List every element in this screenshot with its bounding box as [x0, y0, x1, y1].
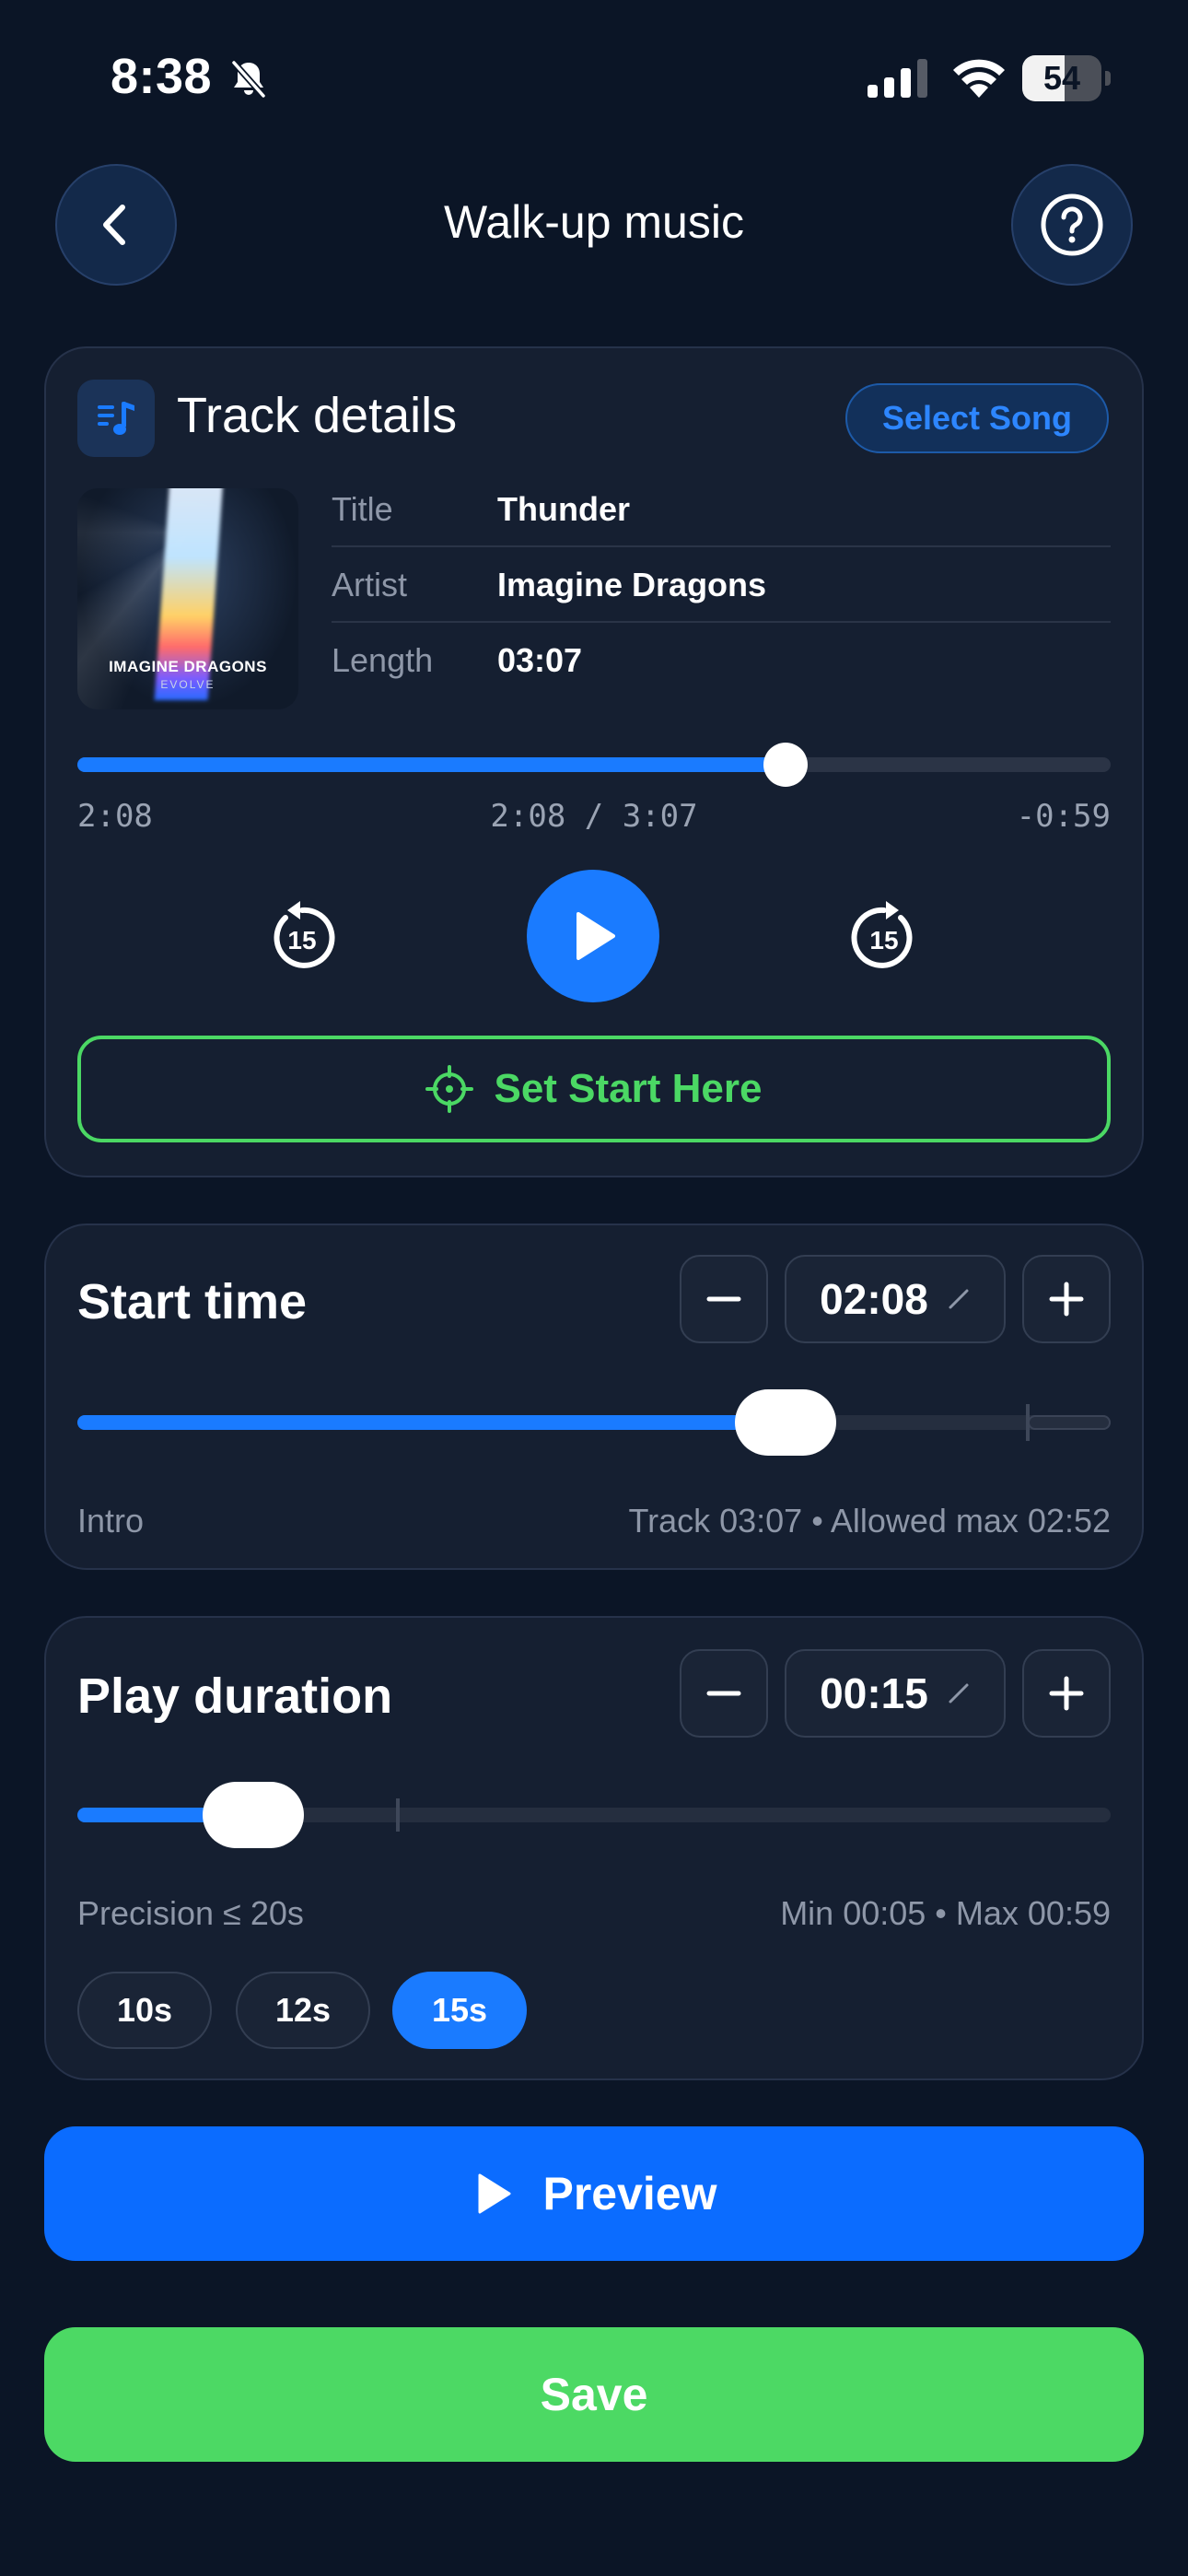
- preset-12s-chip[interactable]: 12s: [236, 1972, 370, 2049]
- start-time-slider-knob[interactable]: [735, 1389, 836, 1456]
- title-label: Title: [332, 490, 393, 528]
- start-time-decrement-button[interactable]: [680, 1255, 768, 1343]
- divider: [332, 545, 1111, 547]
- help-button[interactable]: [1011, 164, 1133, 286]
- play-icon: [478, 2173, 511, 2214]
- music-list-icon: [77, 380, 155, 457]
- duration-slider-knob[interactable]: [203, 1782, 304, 1848]
- select-song-button[interactable]: Select Song: [845, 383, 1109, 453]
- pencil-icon: [949, 1683, 969, 1704]
- track-details-heading: Track details: [177, 388, 458, 443]
- page-title: Walk-up music: [444, 196, 744, 248]
- start-time-max-marker: [1026, 1404, 1030, 1441]
- artist-value: Imagine Dragons: [497, 566, 767, 603]
- play-duration-heading: Play duration: [77, 1669, 393, 1724]
- artist-label: Artist: [332, 566, 408, 603]
- preview-label: Preview: [542, 2168, 717, 2219]
- play-icon: [577, 912, 615, 960]
- start-time-slider-fill: [77, 1415, 786, 1430]
- rewind-15-icon: 15: [274, 901, 335, 968]
- crosshair-icon: [425, 1065, 474, 1113]
- divider: [332, 621, 1111, 623]
- length-label: Length: [332, 641, 434, 679]
- preview-button[interactable]: Preview: [44, 2126, 1144, 2261]
- playback-progress-fill: [77, 757, 786, 772]
- skip-back-button[interactable]: 15: [265, 899, 339, 973]
- start-time-disallowed-zone: [1028, 1415, 1111, 1430]
- bell-slash-icon: [231, 60, 266, 99]
- start-time-right-hint: Track 03:07 • Allowed max 02:52: [628, 1502, 1111, 1540]
- playback-progress-knob[interactable]: [763, 743, 808, 787]
- duration-slider-marker: [396, 1798, 400, 1832]
- duration-increment-button[interactable]: [1022, 1649, 1111, 1738]
- start-time-field[interactable]: 02:08: [785, 1255, 1006, 1343]
- album-art: IMAGINE DRAGONS EVOLVE: [77, 488, 298, 709]
- start-time-left-hint: Intro: [77, 1502, 145, 1540]
- status-time: 8:38: [111, 49, 213, 104]
- duration-decrement-button[interactable]: [680, 1649, 768, 1738]
- duration-right-hint: Min 00:05 • Max 00:59: [780, 1894, 1111, 1932]
- start-time-increment-button[interactable]: [1022, 1255, 1111, 1343]
- battery-percent: 54: [1042, 59, 1081, 97]
- start-time-value: 02:08: [820, 1275, 928, 1323]
- album-art-title: IMAGINE DRAGONS: [109, 658, 267, 675]
- play-button[interactable]: [527, 870, 659, 1002]
- battery-indicator: 54: [1022, 55, 1111, 101]
- plus-icon: [1049, 1282, 1084, 1317]
- cellular-signal-icon: [868, 59, 927, 98]
- svg-text:15: 15: [869, 926, 898, 954]
- album-art-subtitle: EVOLVE: [160, 678, 215, 691]
- pencil-icon: [949, 1289, 969, 1309]
- save-button[interactable]: Save: [44, 2327, 1144, 2462]
- duration-value: 00:15: [820, 1669, 928, 1717]
- preset-10s-chip[interactable]: 10s: [77, 1972, 212, 2049]
- preset-15s-chip[interactable]: 15s: [392, 1972, 527, 2049]
- duration-field[interactable]: 00:15: [785, 1649, 1006, 1738]
- title-value: Thunder: [497, 490, 630, 528]
- position-readout: 2:08 / 3:07: [490, 798, 698, 835]
- plus-icon: [1049, 1676, 1084, 1711]
- duration-left-hint: Precision ≤ 20s: [77, 1894, 304, 1932]
- length-value: 03:07: [497, 641, 583, 679]
- skip-forward-button[interactable]: 15: [847, 899, 921, 973]
- forward-15-icon: 15: [851, 901, 913, 968]
- question-circle-icon: [1041, 193, 1103, 256]
- minus-icon: [706, 1296, 741, 1302]
- set-start-here-label: Set Start Here: [494, 1066, 763, 1111]
- svg-text:15: 15: [287, 926, 316, 954]
- start-time-heading: Start time: [77, 1274, 308, 1329]
- wifi-icon: [953, 59, 1005, 98]
- remaining-time: -0:59: [1016, 798, 1111, 835]
- minus-icon: [706, 1691, 741, 1696]
- set-start-here-button[interactable]: Set Start Here: [77, 1036, 1111, 1142]
